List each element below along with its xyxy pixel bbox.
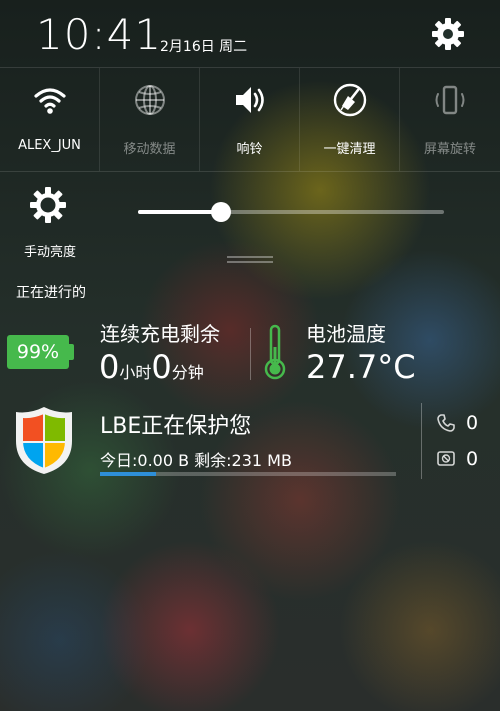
brightness-slider-fill [138, 210, 221, 214]
toggle-wifi-label: ALEX_JUN [18, 138, 81, 153]
toggle-ringer-label: 响铃 [236, 142, 263, 157]
charge-minutes-unit: 分钟 [171, 363, 204, 382]
toggle-mobile-data-label: 移动数据 [123, 142, 176, 157]
thermometer-icon [264, 324, 286, 380]
speaker-icon [236, 87, 264, 113]
blocked-call-count: 0 [466, 412, 479, 434]
rotate-icon [435, 85, 465, 115]
panel-drag-handle[interactable] [227, 256, 273, 263]
protection-title: LBE正在保护您 [100, 414, 252, 439]
battery-tip [69, 344, 74, 360]
toggle-screen-rotation-label: 屏幕旋转 [423, 142, 476, 157]
battery-temp-title: 电池温度 [306, 322, 386, 346]
data-usage-bar-fill [100, 472, 157, 476]
brightness-slider-thumb[interactable] [210, 202, 231, 222]
brightness-icon[interactable] [29, 186, 67, 224]
toggle-ringer[interactable]: 响铃 [200, 68, 300, 171]
gear-icon[interactable] [430, 16, 466, 52]
data-usage-stats: 今日:0.00 B 剩余:231 MB [100, 451, 292, 470]
blocked-call-icon[interactable] [436, 413, 456, 433]
ongoing-section-title: 正在进行的 [16, 285, 86, 301]
globe-icon [135, 85, 165, 115]
charge-remaining-title: 连续充电剩余 [100, 322, 220, 346]
charge-hours: 0 [99, 348, 120, 386]
toggle-screen-rotation[interactable]: 屏幕旋转 [400, 68, 500, 171]
brightness-mode-label: 手动亮度 [23, 245, 76, 260]
battery-percent: 99% [16, 341, 60, 363]
quick-toggles: ALEX_JUN 移动数据 响铃 一键清理 屏幕旋转 [0, 67, 500, 172]
blocked-sms-icon[interactable] [436, 449, 456, 469]
clock: 10:41 [36, 10, 163, 59]
notification-panel: 10:41 2月16日 周二 ALEX_JUN 移动数据 响铃 一键清理 屏幕旋… [0, 0, 500, 711]
brightness-slider[interactable] [138, 202, 444, 222]
broom-icon [333, 83, 367, 117]
charge-hours-unit: 小时 [119, 363, 152, 382]
toggle-one-click-clean-label: 一键清理 [323, 142, 376, 157]
charge-minutes: 0 [151, 348, 172, 386]
shield-icon[interactable] [14, 405, 74, 475]
toggle-one-click-clean[interactable]: 一键清理 [300, 68, 400, 171]
charge-remaining-value: 0小时0分钟 [99, 348, 204, 386]
toggle-mobile-data[interactable]: 移动数据 [100, 68, 200, 171]
blocked-sms-count: 0 [466, 448, 479, 470]
battery-temp-value: 27.7°C [306, 348, 416, 386]
protection-divider [421, 403, 422, 479]
data-usage-bar [100, 472, 396, 476]
wifi-icon [34, 88, 66, 114]
date-label: 2月16日 周二 [160, 39, 248, 55]
toggle-wifi[interactable]: ALEX_JUN [0, 68, 100, 171]
battery-divider [250, 328, 251, 380]
